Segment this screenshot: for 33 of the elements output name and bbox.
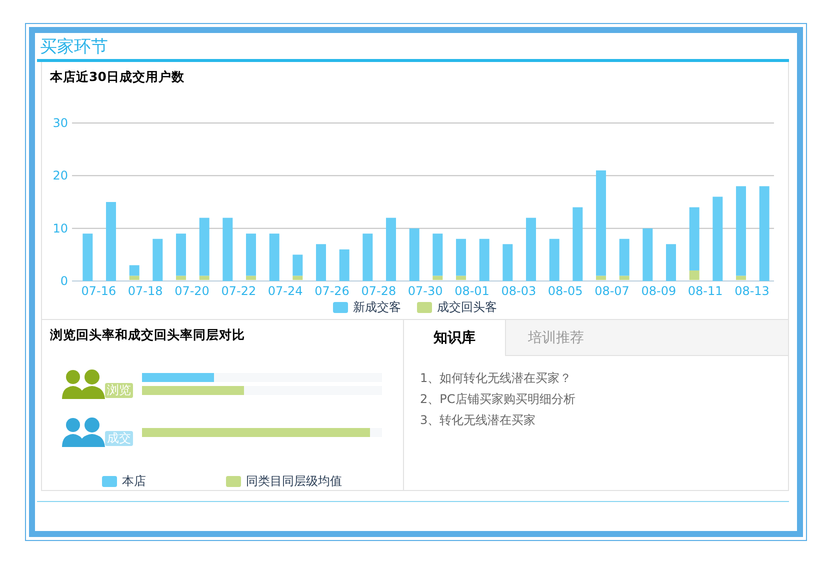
x-tick-label: 08-11 <box>688 284 723 298</box>
x-tick-label: 07-22 <box>221 284 256 298</box>
x-tick-label: 07-28 <box>361 284 396 298</box>
comparison-title: 浏览回头率和成交回头率同层对比 <box>49 326 246 344</box>
legend-label: 新成交客 <box>353 299 401 316</box>
legend-swatch <box>417 302 432 313</box>
section-title: 买家环节 <box>37 33 789 62</box>
article-link[interactable]: 1、如何转化无线潜在买家？ <box>420 370 572 387</box>
x-tick-label: 08-13 <box>734 284 770 298</box>
x-tick-label: 07-18 <box>128 284 163 298</box>
legend-swatch <box>333 302 348 313</box>
row-tag: 浏览 <box>105 383 133 398</box>
chart-title: 本店近30日成交用户数 <box>48 68 186 86</box>
x-tick-label: 07-26 <box>314 284 350 298</box>
x-tick-label: 07-30 <box>408 284 443 298</box>
row-tag: 成交 <box>105 431 133 446</box>
x-tick-label: 07-20 <box>174 284 210 298</box>
y-tick-label: 20 <box>52 168 68 183</box>
x-tick-label: 08-09 <box>641 284 676 298</box>
x-tick-label: 08-07 <box>594 284 630 298</box>
y-tick-label: 30 <box>52 116 68 130</box>
legend-label: 本店 <box>122 473 146 490</box>
y-tick-label: 0 <box>60 274 68 288</box>
x-tick-label: 07-24 <box>268 284 303 298</box>
legend-label: 成交回头客 <box>437 299 497 316</box>
x-tick-label: 07-16 <box>81 284 116 298</box>
legend-label: 同类目同层级均值 <box>246 473 342 490</box>
y-tick-label: 10 <box>52 221 68 236</box>
x-tick-label: 08-05 <box>548 284 583 298</box>
article-link[interactable]: 3、转化无线潜在买家 <box>420 412 536 429</box>
x-tick-label: 08-03 <box>501 284 536 298</box>
article-link[interactable]: 2、PC店铺买家购买明细分析 <box>420 391 576 408</box>
x-tick-label: 08-01 <box>454 284 490 298</box>
